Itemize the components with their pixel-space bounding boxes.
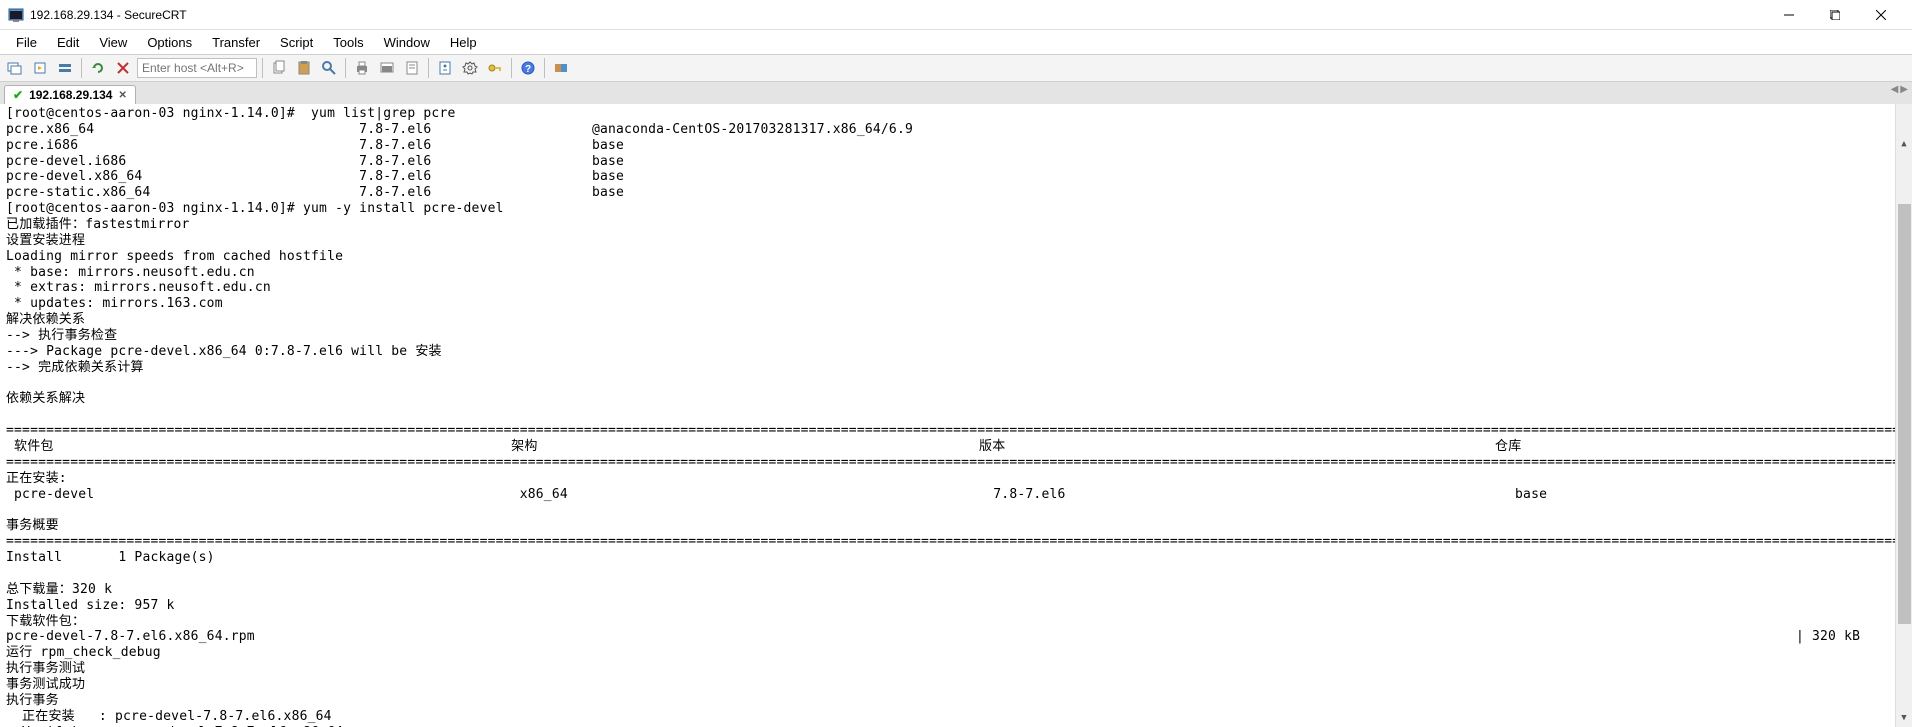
help-icon[interactable]: ?: [517, 57, 539, 79]
log-session-icon[interactable]: [401, 57, 423, 79]
sftp-icon[interactable]: [550, 57, 572, 79]
tab-close-icon[interactable]: ✕: [118, 90, 126, 101]
public-key-icon[interactable]: [484, 57, 506, 79]
find-icon[interactable]: [318, 57, 340, 79]
session-tab[interactable]: ✔ 192.168.29.134 ✕: [4, 85, 136, 104]
tab-next-icon[interactable]: ▶: [1900, 84, 1908, 95]
copy-icon[interactable]: [268, 57, 290, 79]
properties-icon[interactable]: [434, 57, 456, 79]
maximize-button[interactable]: [1812, 0, 1858, 30]
toolbar-separator: [81, 58, 82, 78]
scroll-thumb[interactable]: [1898, 204, 1911, 624]
paste-icon[interactable]: [293, 57, 315, 79]
menu-view[interactable]: View: [89, 33, 137, 52]
menu-bar: File Edit View Options Transfer Script T…: [0, 30, 1912, 54]
menu-edit[interactable]: Edit: [47, 33, 89, 52]
window-title-bar: 192.168.29.134 - SecureCRT: [0, 0, 1912, 30]
tab-prev-icon[interactable]: ◀: [1891, 84, 1899, 95]
disconnect-icon[interactable]: [112, 57, 134, 79]
connect-bar-icon[interactable]: [54, 57, 76, 79]
toolbar-separator: [262, 58, 263, 78]
app-icon: [8, 7, 24, 23]
minimize-button[interactable]: [1766, 0, 1812, 30]
menu-window[interactable]: Window: [374, 33, 440, 52]
toolbar-separator: [428, 58, 429, 78]
window-title: 192.168.29.134 - SecureCRT: [30, 8, 1766, 22]
scroll-up-icon[interactable]: ▲: [1896, 136, 1912, 153]
quick-connect-icon[interactable]: [29, 57, 51, 79]
connected-icon: ✔: [13, 88, 23, 102]
toolbar-separator: [544, 58, 545, 78]
tab-label: 192.168.29.134: [29, 88, 112, 102]
tab-nav-arrows: ◀ ▶: [1891, 84, 1908, 95]
scroll-down-icon[interactable]: ▼: [1896, 710, 1912, 727]
toolbar-separator: [511, 58, 512, 78]
terminal-output[interactable]: [root@centos-aaron-03 nginx-1.14.0]# yum…: [0, 104, 1912, 727]
toolbar-separator: [345, 58, 346, 78]
vertical-scrollbar[interactable]: ▲ ▼: [1895, 104, 1912, 727]
svg-text:?: ?: [525, 64, 531, 75]
tool-bar: ?: [0, 54, 1912, 82]
menu-file[interactable]: File: [6, 33, 47, 52]
reconnect-icon[interactable]: [87, 57, 109, 79]
menu-options[interactable]: Options: [137, 33, 202, 52]
menu-transfer[interactable]: Transfer: [202, 33, 270, 52]
window-controls: [1766, 0, 1904, 30]
tab-bar: ✔ 192.168.29.134 ✕ ◀ ▶: [0, 82, 1912, 104]
session-manager-icon[interactable]: [4, 57, 26, 79]
menu-script[interactable]: Script: [270, 33, 323, 52]
host-input[interactable]: [137, 58, 257, 78]
close-button[interactable]: [1858, 0, 1904, 30]
menu-help[interactable]: Help: [440, 33, 487, 52]
menu-tools[interactable]: Tools: [323, 33, 373, 52]
print-screen-icon[interactable]: [376, 57, 398, 79]
global-options-icon[interactable]: [459, 57, 481, 79]
print-icon[interactable]: [351, 57, 373, 79]
